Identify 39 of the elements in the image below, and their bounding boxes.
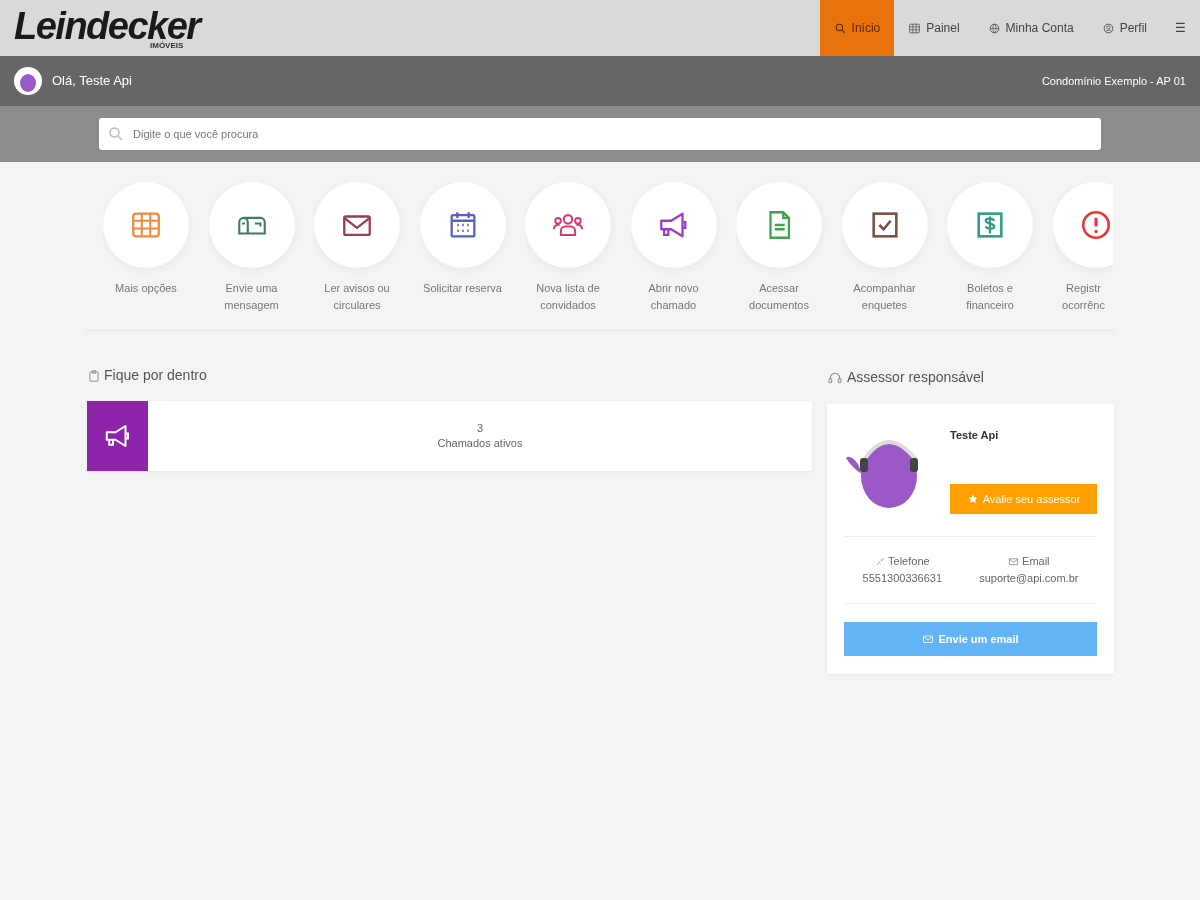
nav-tab[interactable]: Perfil bbox=[1087, 0, 1161, 56]
nav-tab[interactable]: Minha Conta bbox=[973, 0, 1088, 56]
user-circle-icon bbox=[1101, 21, 1115, 35]
clipboard-icon bbox=[87, 368, 101, 383]
avatar bbox=[14, 67, 42, 95]
envelope-icon bbox=[922, 633, 935, 645]
shortcut-label: Solicitar reserva bbox=[422, 281, 503, 296]
shortcut-label: Abrir novo chamado bbox=[647, 281, 700, 313]
search-icon bbox=[107, 125, 125, 143]
envelope-icon bbox=[1008, 556, 1020, 567]
globe-icon bbox=[987, 21, 1001, 35]
shortcut-button[interactable] bbox=[1052, 182, 1113, 268]
star-icon bbox=[966, 493, 979, 505]
greeting: Olá, Teste Api bbox=[52, 72, 132, 91]
shortcut-label: Envie uma mensagem bbox=[223, 281, 280, 313]
email-label: Email bbox=[1022, 554, 1050, 569]
email-address: suporte@api.com.br bbox=[979, 571, 1079, 586]
shortcut-label: Nova lista de convidados bbox=[535, 281, 601, 313]
grid-icon bbox=[908, 21, 922, 35]
nav-tab[interactable]: Painel bbox=[894, 0, 974, 56]
shortcut-label: Mais opções bbox=[114, 281, 178, 296]
section-title: Fique por dentro bbox=[104, 366, 207, 385]
advisor-name: Teste Api bbox=[950, 428, 1000, 443]
shortcut-label: Acessar documentos bbox=[748, 281, 810, 313]
phone-label: Telefone bbox=[888, 554, 930, 569]
search-icon bbox=[833, 21, 847, 35]
nav-tab[interactable]: Início bbox=[819, 0, 895, 56]
news-label: Chamados ativos bbox=[437, 436, 523, 451]
shortcut-label: Ler avisos ou circulares bbox=[323, 281, 391, 313]
unit-name: Condomínio Exemplo - AP 01 bbox=[1041, 73, 1186, 89]
shortcut-label: Acompanhar enquetes bbox=[852, 281, 917, 313]
phone-number: 5551300336631 bbox=[862, 571, 943, 586]
count: 3 bbox=[476, 421, 484, 436]
shortcut-label: Registr ocorrênc bbox=[1061, 281, 1106, 313]
search-field[interactable]: Digite o que você procura bbox=[99, 118, 1101, 150]
section-title: Assessor responsável bbox=[847, 368, 984, 387]
news-card[interactable]: 3 Chamados ativos bbox=[87, 401, 812, 471]
nav-tab[interactable]: ☰ bbox=[1161, 0, 1200, 56]
shortcut-label: Boletos e financeiro bbox=[965, 281, 1015, 313]
